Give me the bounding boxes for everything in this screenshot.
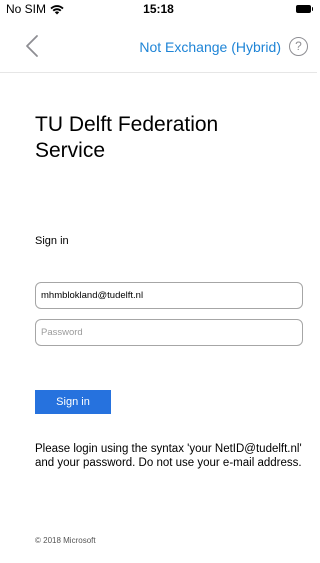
- signin-label: Sign in: [35, 235, 69, 247]
- login-screen: No SIM 15:18 Not Exchange (Hybrid) ? TU …: [0, 0, 317, 563]
- battery-icon: [296, 5, 313, 13]
- page-title: TU Delft Federation Service: [35, 113, 219, 162]
- back-button[interactable]: [24, 34, 42, 58]
- signin-button[interactable]: Sign in: [35, 390, 111, 414]
- password-field[interactable]: [35, 319, 303, 346]
- help-button[interactable]: ?: [289, 37, 308, 56]
- clock: 15:18: [143, 2, 174, 16]
- status-bar: No SIM 15:18: [0, 0, 317, 20]
- nav-title: Not Exchange (Hybrid): [139, 39, 281, 55]
- login-instructions: Please login using the syntax 'your NetI…: [35, 443, 302, 469]
- chevron-left-icon: [26, 35, 38, 57]
- copyright-footer: © 2018 Microsoft: [35, 536, 96, 545]
- username-field[interactable]: [35, 282, 303, 309]
- navigation-bar: Not Exchange (Hybrid) ?: [0, 20, 317, 73]
